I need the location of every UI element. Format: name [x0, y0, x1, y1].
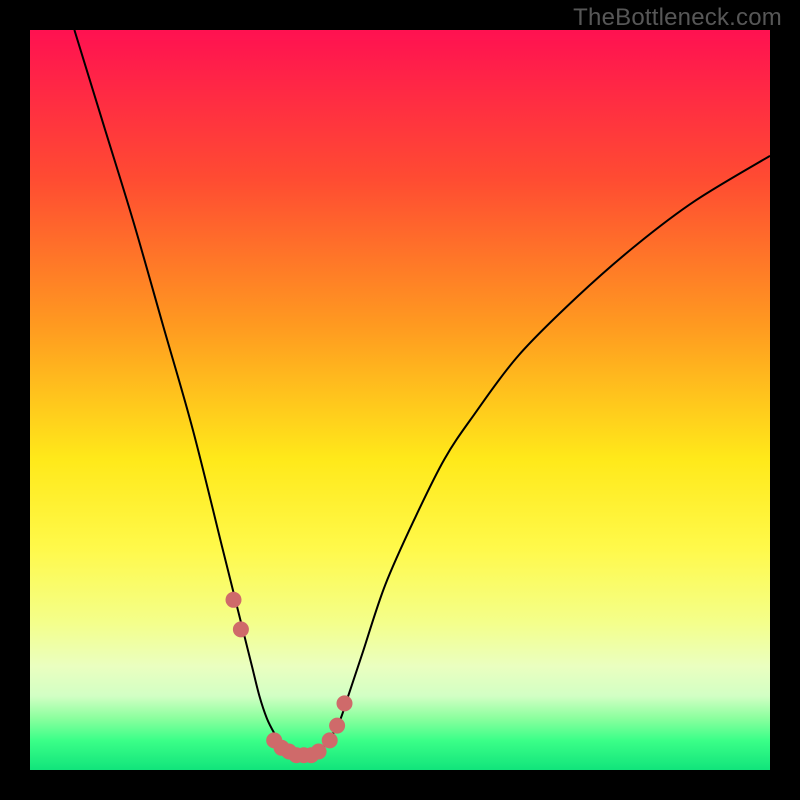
plot-area [30, 30, 770, 770]
watermark-text: TheBottleneck.com [573, 4, 782, 32]
highlight-dot [322, 732, 338, 748]
gradient-background [30, 30, 770, 770]
highlight-dot [329, 718, 345, 734]
chart-frame: TheBottleneck.com [0, 0, 800, 800]
highlight-dot [337, 695, 353, 711]
highlight-dot [233, 621, 249, 637]
highlight-dot [226, 592, 242, 608]
bottleneck-chart [30, 30, 770, 770]
